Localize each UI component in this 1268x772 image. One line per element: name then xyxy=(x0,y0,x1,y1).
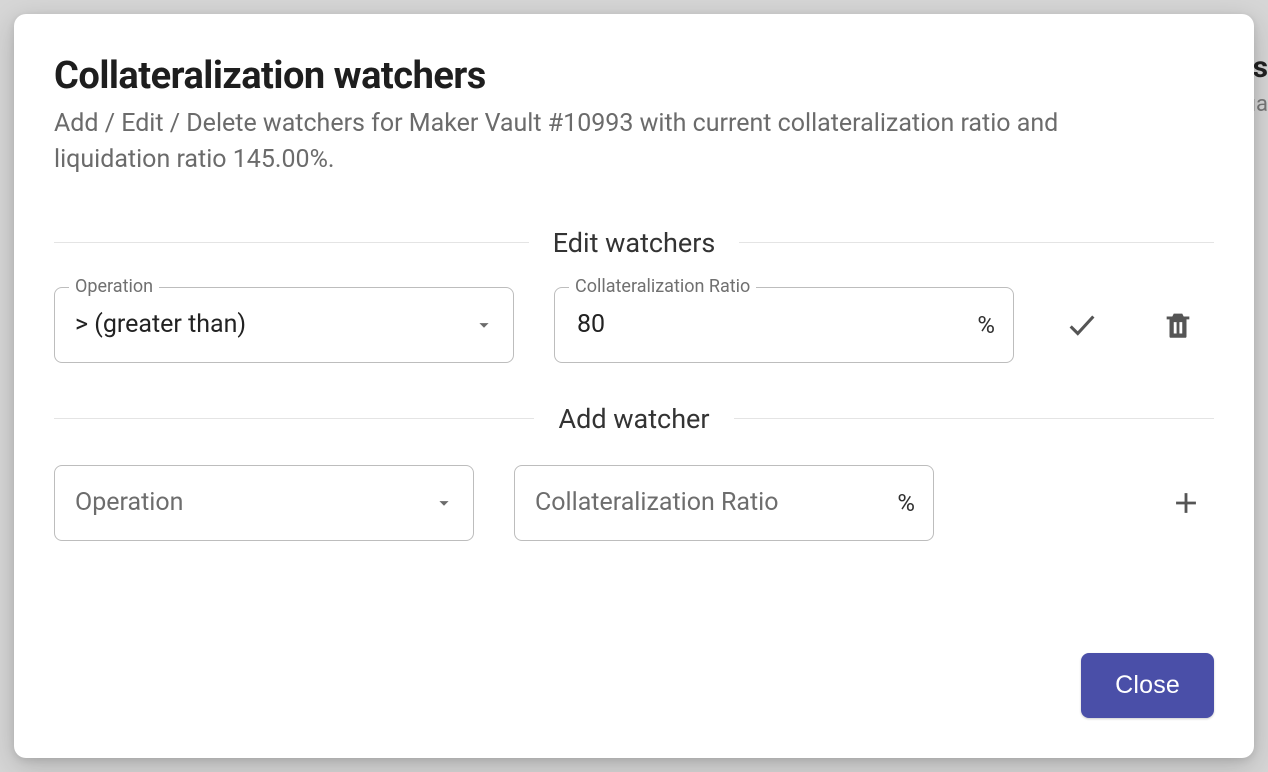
confirm-button[interactable] xyxy=(1054,297,1110,353)
ratio-legend: Collateralization Ratio xyxy=(569,276,756,297)
chevron-down-icon xyxy=(433,492,455,514)
close-button[interactable]: Close xyxy=(1081,653,1214,718)
operation-value: > (greater than) xyxy=(75,310,461,339)
trash-icon xyxy=(1161,308,1195,342)
chevron-down-icon xyxy=(473,314,495,336)
add-button[interactable] xyxy=(1158,475,1214,531)
section-label-edit: Edit watchers xyxy=(529,227,740,259)
check-icon xyxy=(1065,308,1099,342)
dialog-footer: Close xyxy=(54,653,1214,718)
operation-legend: Operation xyxy=(69,276,159,297)
delete-button[interactable] xyxy=(1150,297,1206,353)
ratio-placeholder: Collateralization Ratio xyxy=(535,488,883,517)
add-watcher-row: Operation Collateralization Ratio % xyxy=(54,465,1214,541)
background-text-fragment: s xyxy=(1253,50,1268,85)
collateralization-watchers-dialog: Collateralization watchers Add / Edit / … xyxy=(14,14,1254,758)
section-label-add: Add watcher xyxy=(534,403,733,435)
percent-suffix: % xyxy=(897,489,915,517)
divider xyxy=(734,418,1214,419)
plus-icon xyxy=(1169,486,1203,520)
add-watcher-header: Add watcher xyxy=(54,403,1214,435)
divider xyxy=(54,242,529,243)
divider xyxy=(739,242,1214,243)
operation-placeholder: Operation xyxy=(75,488,421,517)
collateralization-ratio-input[interactable]: Collateralization Ratio % xyxy=(554,287,1014,363)
divider xyxy=(54,418,534,419)
edit-watcher-row: Operation > (greater than) Collateraliza… xyxy=(54,287,1214,363)
ratio-value-input[interactable] xyxy=(575,309,963,340)
operation-select-new[interactable]: Operation xyxy=(54,465,474,541)
percent-suffix: % xyxy=(977,311,995,339)
operation-select[interactable]: Operation > (greater than) xyxy=(54,287,514,363)
dialog-subtitle: Add / Edit / Delete watchers for Maker V… xyxy=(54,106,1154,179)
edit-watchers-header: Edit watchers xyxy=(54,227,1214,259)
collateralization-ratio-input-new[interactable]: Collateralization Ratio % xyxy=(514,465,934,541)
dialog-title: Collateralization watchers xyxy=(54,54,1214,98)
